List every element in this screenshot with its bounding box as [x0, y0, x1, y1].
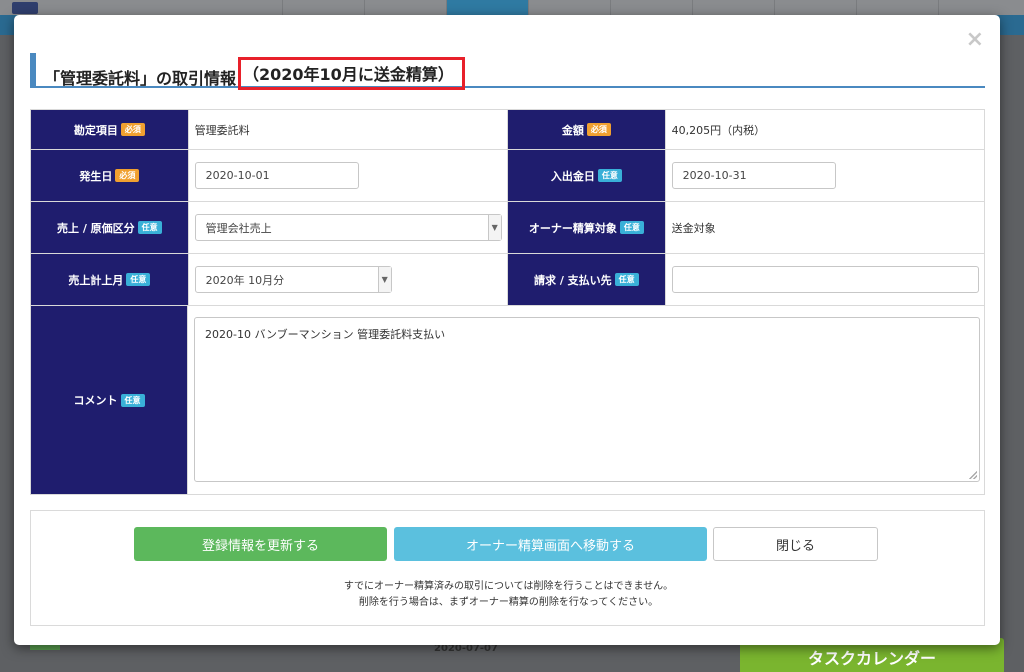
- background-tab: [938, 0, 1020, 15]
- optional-badge: 任意: [120, 393, 145, 407]
- background-tab: [364, 0, 446, 15]
- label-text: 金額: [561, 123, 584, 137]
- background-tab: [774, 0, 856, 15]
- resize-grip-icon[interactable]: [969, 471, 977, 479]
- chevron-down-icon[interactable]: ▼: [487, 215, 501, 240]
- title-accent-bar: [30, 53, 36, 86]
- sales-category-select[interactable]: 管理会社売上 ▼: [194, 214, 502, 241]
- payment-date-label: 入出金日 任意: [508, 150, 666, 201]
- optional-badge: 任意: [137, 221, 162, 234]
- background-tab: [528, 0, 610, 15]
- sales-month-selected: 2020年 10月分: [205, 273, 285, 287]
- account-item-label: 勘定項目 必須: [31, 110, 189, 149]
- delete-note-line1: すでにオーナー精算済みの取引については削除を行うことはできません。: [343, 581, 674, 592]
- close-button[interactable]: 閉じる: [713, 527, 878, 561]
- label-text: 売上 / 原価区分: [56, 221, 135, 235]
- payment-date-cell: 2020-10-31: [666, 150, 984, 201]
- sales-category-selected: 管理会社売上: [205, 221, 272, 235]
- owner-settlement-value: 送金対象: [671, 221, 716, 235]
- background-tab: [856, 0, 938, 15]
- payment-date-input[interactable]: 2020-10-31: [671, 162, 836, 189]
- background-header: [0, 0, 1024, 15]
- comment-cell: 2020-10 バンブーマンション 管理委託料支払い: [188, 306, 984, 494]
- label-text: 入出金日: [550, 169, 595, 183]
- billing-to-input[interactable]: [671, 266, 979, 293]
- modal-footer: 登録情報を更新する オーナー精算画面へ移動する 閉じる すでにオーナー精算済みの…: [30, 510, 985, 626]
- form-row: コメント 任意 2020-10 バンブーマンション 管理委託料支払い: [31, 306, 984, 494]
- occurrence-date-cell: 2020-10-01: [189, 150, 508, 201]
- label-text: 勘定項目: [73, 123, 118, 137]
- form-row: 発生日 必須 2020-10-01 入出金日 任意 2020-10-31: [31, 150, 984, 202]
- chevron-down-icon[interactable]: ▼: [377, 267, 391, 292]
- sales-month-label: 売上計上月 任意: [31, 254, 189, 305]
- modal-title-main: 「管理委託料」の取引情報: [44, 69, 237, 88]
- occurrence-date-label: 発生日 必須: [31, 150, 189, 201]
- modal-title: 「管理委託料」の取引情報 （2020年10月に送金精算）: [44, 57, 465, 94]
- modal-title-highlight: （2020年10月に送金精算）: [238, 57, 465, 90]
- billing-to-label: 請求 / 支払い先 任意: [508, 254, 666, 305]
- close-icon[interactable]: ×: [966, 29, 984, 51]
- comment-textarea[interactable]: 2020-10 バンブーマンション 管理委託料支払い: [194, 317, 980, 482]
- optional-badge: 任意: [597, 169, 622, 182]
- sales-month-cell: 2020年 10月分 ▼: [189, 254, 508, 305]
- background-tab: [692, 0, 774, 15]
- optional-badge: 任意: [126, 273, 151, 286]
- logo-mark: [12, 2, 38, 14]
- label-text: コメント: [73, 394, 118, 407]
- label-text: 発生日: [79, 169, 113, 183]
- label-text: 請求 / 支払い先: [533, 273, 612, 287]
- required-badge: 必須: [115, 169, 140, 182]
- owner-settlement-button[interactable]: オーナー精算画面へ移動する: [394, 527, 707, 561]
- comment-text: 2020-10 バンブーマンション 管理委託料支払い: [205, 328, 446, 341]
- background-tab: [282, 0, 364, 15]
- transaction-form: 勘定項目 必須 管理委託料 金額 必須 40,205円（内税） 発生日 必須 2…: [30, 109, 985, 495]
- delete-note-line2: 削除を行う場合は、まずオーナー精算の削除を行なってください。: [358, 597, 659, 608]
- form-row: 売上計上月 任意 2020年 10月分 ▼ 請求 / 支払い先 任意: [31, 254, 984, 306]
- modal-header: 「管理委託料」の取引情報 （2020年10月に送金精算）: [30, 53, 985, 90]
- optional-badge: 任意: [614, 273, 639, 286]
- comment-label: コメント 任意: [31, 306, 188, 494]
- owner-settlement-label: オーナー精算対象 任意: [508, 202, 666, 253]
- optional-badge: 任意: [619, 221, 644, 234]
- label-text: オーナー精算対象: [528, 221, 617, 235]
- background-logo: [12, 0, 192, 15]
- form-row: 勘定項目 必須 管理委託料 金額 必須 40,205円（内税）: [31, 110, 984, 150]
- account-item-value: 管理委託料: [189, 110, 508, 149]
- occurrence-date-input[interactable]: 2020-10-01: [194, 162, 359, 189]
- label-text: 売上計上月: [68, 273, 124, 287]
- background-nav-tabs: [282, 0, 1024, 15]
- transaction-modal: × 「管理委託料」の取引情報 （2020年10月に送金精算） 勘定項目 必須 管理…: [14, 15, 1000, 645]
- form-row: 売上 / 原価区分 任意 管理会社売上 ▼ オーナー精算対象 任意 送金対象: [31, 202, 984, 254]
- required-badge: 必須: [120, 123, 145, 136]
- background-tab-active: [446, 0, 528, 15]
- background-tab: [610, 0, 692, 15]
- sales-category-label: 売上 / 原価区分 任意: [31, 202, 189, 253]
- required-badge: 必須: [586, 123, 611, 136]
- sales-month-select[interactable]: 2020年 10月分 ▼: [194, 266, 392, 293]
- sales-category-cell: 管理会社売上 ▼: [189, 202, 508, 253]
- amount-value: 40,205円（内税）: [671, 123, 766, 137]
- billing-to-cell: [666, 254, 984, 305]
- amount-label: 金額 必須: [508, 110, 666, 149]
- update-button[interactable]: 登録情報を更新する: [134, 527, 387, 561]
